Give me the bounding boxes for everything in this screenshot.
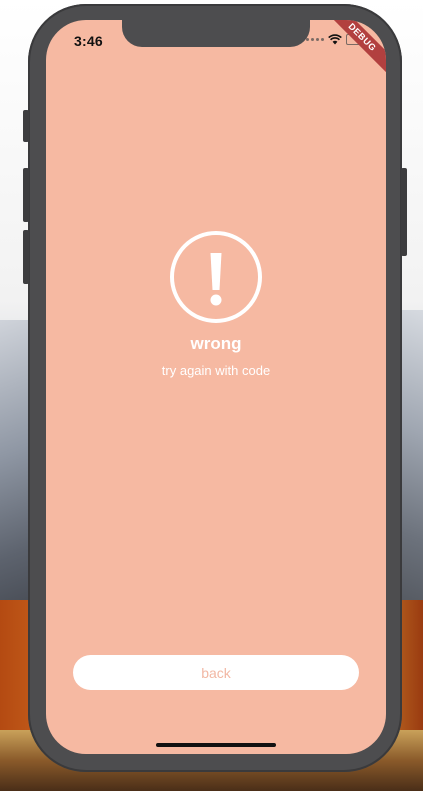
silent-switch bbox=[23, 110, 29, 142]
display-notch bbox=[122, 20, 310, 47]
power-button bbox=[401, 168, 407, 256]
app-screen: 3:46 DEBUG wrong try again with code bac… bbox=[46, 20, 386, 754]
wifi-icon bbox=[328, 34, 342, 45]
error-subtitle: try again with code bbox=[161, 363, 271, 378]
exclamation-circle-icon bbox=[170, 231, 262, 323]
back-button[interactable]: back bbox=[73, 655, 359, 690]
status-time: 3:46 bbox=[74, 33, 103, 49]
home-indicator[interactable] bbox=[156, 743, 276, 747]
volume-up-button bbox=[23, 168, 29, 222]
volume-down-button bbox=[23, 230, 29, 284]
error-title: wrong bbox=[190, 334, 242, 353]
signal-dots-icon bbox=[306, 38, 324, 41]
